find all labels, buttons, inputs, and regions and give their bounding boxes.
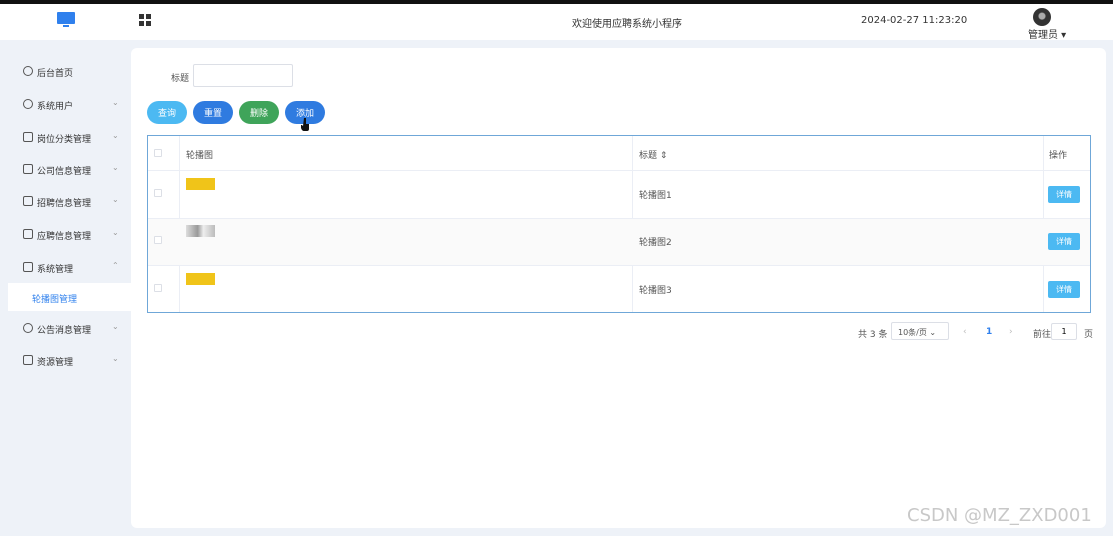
box-icon [23, 355, 33, 365]
sidebar-item-label: 应聘信息管理 [37, 232, 92, 242]
user-menu[interactable]: 管理员 ▾ [1028, 26, 1066, 41]
page-suffix: 页 [1084, 330, 1094, 340]
sidebar-item-label: 岗位分类管理 [37, 135, 92, 145]
hand-cursor-icon [301, 118, 309, 131]
page-size-value: 10条/页 [898, 328, 927, 337]
detail-button[interactable]: 详情 [1048, 281, 1080, 298]
sidebar-item-recruitment[interactable]: 招聘信息管理 ⌄ [0, 188, 131, 214]
chevron-down-icon: ⌄ [112, 98, 119, 107]
sidebar-subitem-carousel[interactable]: 轮播图管理 [8, 283, 131, 311]
chevron-down-icon: ⌄ [112, 322, 119, 331]
goto-label: 前往 [1033, 330, 1052, 340]
sidebar-item-label: 系统管理 [37, 265, 74, 275]
row-checkbox[interactable] [154, 284, 162, 292]
list-icon [23, 132, 33, 142]
sidebar: 后台首页 系统用户 ⌄ 岗位分类管理 ⌄ 公司信息管理 ⌄ 招聘信息管理 ⌄ 应… [0, 40, 131, 536]
main-panel: 标题 查询 重置 删除 添加 轮播图 标题 ⇕ 操作 轮播图1 详情 轮播图2 … [131, 48, 1106, 528]
sidebar-item-home[interactable]: 后台首页 [0, 58, 131, 84]
row-title: 轮播图3 [639, 286, 672, 296]
chevron-down-icon: ⌄ [112, 195, 119, 204]
search-button[interactable]: 查询 [147, 101, 187, 124]
row-title: 轮播图2 [639, 238, 672, 248]
user-name: 管理员 [1028, 30, 1058, 41]
sidebar-item-job-category[interactable]: 岗位分类管理 ⌄ [0, 124, 131, 150]
sidebar-subitem-label: 轮播图管理 [32, 295, 78, 305]
sidebar-item-application[interactable]: 应聘信息管理 ⌄ [0, 221, 131, 247]
sidebar-item-announcements[interactable]: 公告消息管理 ⌄ [0, 315, 131, 341]
chevron-down-icon: ⌄ [112, 228, 119, 237]
goto-page-input[interactable] [1051, 323, 1077, 340]
carousel-thumbnail [186, 178, 215, 190]
list-icon [23, 229, 33, 239]
sidebar-item-label: 系统用户 [37, 102, 74, 112]
sidebar-item-company[interactable]: 公司信息管理 ⌄ [0, 156, 131, 182]
folder-icon [23, 262, 33, 272]
sidebar-item-label: 后台首页 [37, 69, 74, 79]
carousel-thumbnail [186, 225, 215, 237]
select-all-checkbox[interactable] [154, 149, 162, 157]
list-icon [23, 164, 33, 174]
gear-icon [23, 323, 33, 333]
column-header-image: 轮播图 [186, 151, 214, 161]
carousel-thumbnail [186, 273, 215, 285]
page-number-current[interactable]: 1 [986, 327, 992, 337]
watermark: CSDN @MZ_ZXD001 [907, 505, 1092, 526]
chevron-up-icon: ⌃ [112, 261, 119, 270]
row-checkbox[interactable] [154, 236, 162, 244]
avatar[interactable] [1033, 8, 1051, 26]
clock-icon [23, 66, 33, 76]
carousel-table: 轮播图 标题 ⇕ 操作 轮播图1 详情 轮播图2 详情 轮播图3 详情 [147, 135, 1091, 313]
page-size-select[interactable]: 10条/页 ⌄ [891, 322, 949, 340]
detail-button[interactable]: 详情 [1048, 186, 1080, 203]
row-checkbox[interactable] [154, 189, 162, 197]
prev-page-icon[interactable]: ‹ [963, 327, 967, 337]
row-title: 轮播图1 [639, 191, 672, 201]
header-title: 欢迎使用应聘系统小程序 [572, 19, 682, 30]
sidebar-item-label: 资源管理 [37, 358, 74, 368]
search-label: 标题 [171, 74, 190, 84]
chevron-down-icon: ⌄ [112, 163, 119, 172]
delete-button[interactable]: 删除 [239, 101, 279, 124]
sidebar-item-system-users[interactable]: 系统用户 ⌄ [0, 91, 131, 117]
pagination-total: 共 3 条 [858, 330, 888, 340]
chevron-down-icon: ⌄ [112, 354, 119, 363]
next-page-icon[interactable]: › [1009, 327, 1013, 337]
sidebar-item-resources[interactable]: 资源管理 ⌄ [0, 347, 131, 373]
header-datetime: 2024-02-27 11:23:20 [861, 15, 968, 26]
sidebar-item-label: 公司信息管理 [37, 167, 92, 177]
sidebar-item-label: 公告消息管理 [37, 326, 92, 336]
list-icon [23, 196, 33, 206]
column-header-title[interactable]: 标题 ⇕ [639, 148, 667, 161]
title-search-input[interactable] [193, 64, 293, 87]
chevron-down-icon: ⌄ [112, 131, 119, 140]
header-bar: 欢迎使用应聘系统小程序 2024-02-27 11:23:20 管理员 ▾ [0, 4, 1113, 41]
monitor-logo-icon [57, 12, 75, 27]
reset-button[interactable]: 重置 [193, 101, 233, 124]
column-header-actions: 操作 [1049, 151, 1068, 161]
detail-button[interactable]: 详情 [1048, 233, 1080, 250]
user-icon [23, 99, 33, 109]
menu-grid-icon[interactable] [139, 14, 152, 27]
sidebar-item-system-management[interactable]: 系统管理 ⌃ [0, 254, 131, 280]
sidebar-item-label: 招聘信息管理 [37, 199, 92, 209]
